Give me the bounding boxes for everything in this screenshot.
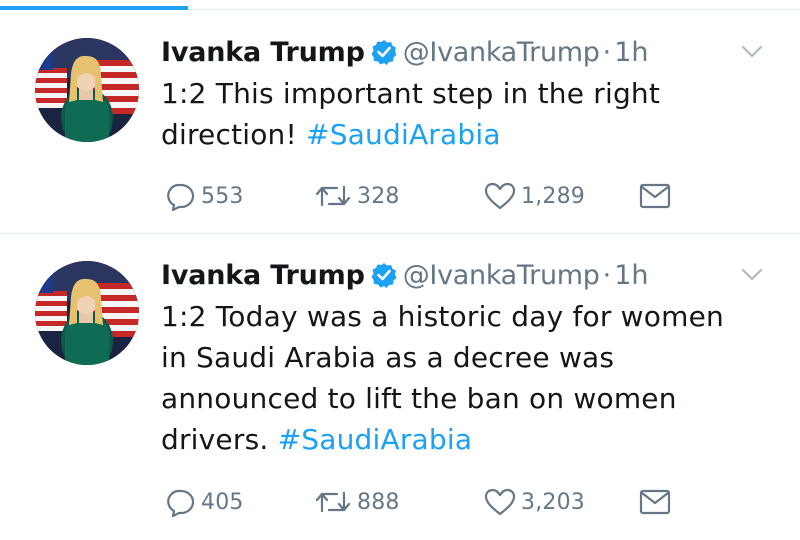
verified-badge-icon [371,38,397,76]
direct-message-button[interactable] [639,181,671,211]
chevron-down-icon[interactable] [740,265,764,285]
tweet[interactable]: Ivanka Trump @IvankaTrump · 1h 1:2 This imp… [0,12,800,234]
author-handle[interactable]: @IvankaTrump [403,260,600,291]
heart-icon [483,487,517,517]
retweet-button[interactable]: 888 [313,487,400,517]
reply-count: 405 [201,489,244,515]
separator-dot: · [602,37,612,68]
tweet-text: 1:2 Today was a historic day for women i… [161,296,781,460]
author-name[interactable]: Ivanka Trump [161,37,365,68]
avatar[interactable] [35,38,139,142]
timestamp[interactable]: 1h [614,260,648,291]
tweet-text-line: direction! #SaudiArabia [161,114,781,155]
author-handle[interactable]: @IvankaTrump [403,37,600,68]
reply-button[interactable]: 553 [161,181,244,211]
like-button[interactable]: 3,203 [483,487,585,517]
chevron-down-icon[interactable] [740,42,764,62]
like-count: 3,203 [521,489,585,515]
tweet-header: Ivanka Trump @IvankaTrump · 1h [161,34,649,72]
tweet-text-line: 1:2 This important step in the right [161,77,661,110]
tweet-text-fragment: direction! [161,118,297,151]
tweet-text: 1:2 This important step in the right dir… [161,73,781,155]
heart-icon [483,181,517,211]
retweet-icon [313,487,353,517]
loading-progress-bar [0,0,800,12]
tweet-actions: 553 328 1,289 [161,181,721,211]
tweet-text-line: drivers. #SaudiArabia [161,419,781,460]
like-count: 1,289 [521,183,585,209]
tweet-text-line: in Saudi Arabia as a decree was [161,341,615,374]
tweet-header: Ivanka Trump @IvankaTrump · 1h [161,257,649,295]
avatar[interactable] [35,261,139,365]
progress-track [188,9,800,10]
reply-icon [161,487,197,517]
tweet-text-line: 1:2 Today was a historic day for women [161,300,724,333]
direct-message-button[interactable] [639,487,671,517]
reply-button[interactable]: 405 [161,487,244,517]
tweet-text-fragment: drivers. [161,423,269,456]
progress-fill [0,6,188,10]
reply-icon [161,181,197,211]
tweet-text-line: announced to lift the ban on women [161,382,677,415]
reply-count: 553 [201,183,244,209]
timestamp[interactable]: 1h [614,37,648,68]
author-name[interactable]: Ivanka Trump [161,260,365,291]
hashtag-link[interactable]: #SaudiArabia [306,118,501,151]
verified-badge-icon [371,261,397,299]
direct-message-icon [639,488,671,516]
retweet-button[interactable]: 328 [313,181,400,211]
retweet-count: 328 [357,183,400,209]
hashtag-link[interactable]: #SaudiArabia [278,423,473,456]
like-button[interactable]: 1,289 [483,181,585,211]
direct-message-icon [639,182,671,210]
retweet-count: 888 [357,489,400,515]
retweet-icon [313,181,353,211]
separator-dot: · [602,260,612,291]
tweet-actions: 405 888 3,203 [161,487,721,517]
tweet[interactable]: Ivanka Trump @IvankaTrump · 1h 1:2 Today wa… [0,235,800,540]
